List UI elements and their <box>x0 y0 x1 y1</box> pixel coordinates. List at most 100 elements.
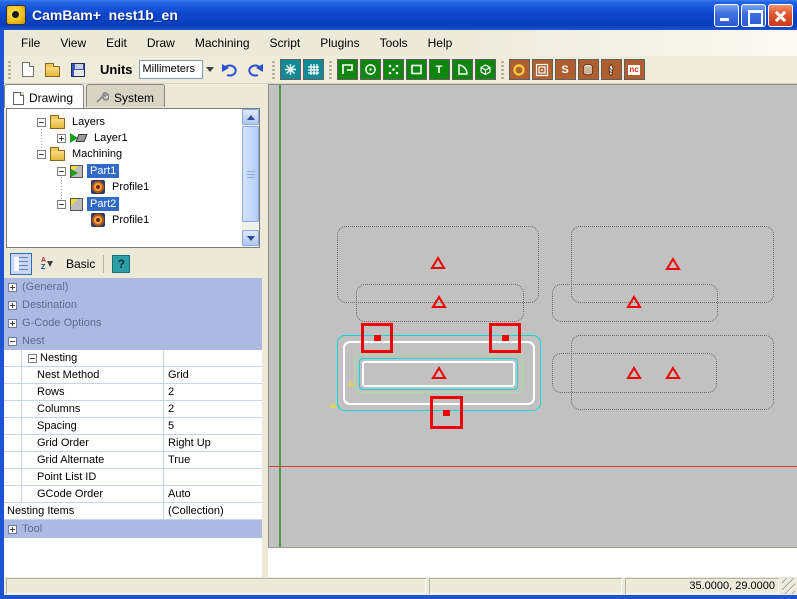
expand-icon[interactable] <box>8 283 17 292</box>
category-tool[interactable]: Tool <box>4 520 262 538</box>
property-row-nesting-items[interactable]: Nesting Items (Collection) <box>4 503 262 520</box>
tab-drawing[interactable]: Drawing <box>4 84 84 108</box>
tree-node-label[interactable]: Layer1 <box>91 131 131 145</box>
menu-edit[interactable]: Edit <box>97 32 136 54</box>
tree-node-label[interactable]: Part1 <box>87 164 119 178</box>
menu-machining[interactable]: Machining <box>186 32 259 54</box>
mop-engrave-button[interactable]: S <box>555 59 576 80</box>
tree-node-label[interactable]: Layers <box>69 115 108 129</box>
collapse-icon[interactable] <box>37 150 46 159</box>
draw-text-button[interactable]: T <box>429 59 450 80</box>
scroll-down-button[interactable] <box>242 230 259 246</box>
collapse-icon[interactable] <box>28 354 37 363</box>
mop-pocket-button[interactable] <box>532 59 553 80</box>
tree-node-profile1[interactable]: Profile1 <box>91 179 152 195</box>
open-file-button[interactable] <box>41 58 64 81</box>
title-bar[interactable]: CamBam+ nest1b_en <box>0 0 797 30</box>
scrollbar-thumb[interactable] <box>242 126 259 222</box>
menu-tools[interactable]: Tools <box>371 32 417 54</box>
property-row-nest-method[interactable]: Nest Method Grid <box>4 367 262 384</box>
draw-polyline-button[interactable] <box>337 59 358 80</box>
undo-button[interactable] <box>219 58 242 81</box>
draw-point-list-button[interactable] <box>383 59 404 80</box>
tab-system[interactable]: System <box>86 84 165 107</box>
scroll-up-button[interactable] <box>242 109 259 125</box>
tree-node-label[interactable]: Profile1 <box>109 213 152 227</box>
tree-node-profile1b[interactable]: Profile1 <box>91 212 152 228</box>
property-value[interactable]: Grid <box>164 367 262 383</box>
mop-drill-button[interactable] <box>578 59 599 80</box>
draw-circle-button[interactable] <box>360 59 381 80</box>
property-row-point-list-id[interactable]: Point List ID <box>4 469 262 486</box>
units-combobox[interactable]: Millimeters <box>139 60 203 79</box>
property-value[interactable]: 5 <box>164 418 262 434</box>
property-row-grid-order[interactable]: Grid Order Right Up <box>4 435 262 452</box>
category-nest[interactable]: Nest <box>4 332 262 350</box>
expand-icon[interactable] <box>8 301 17 310</box>
mop-profile-button[interactable] <box>509 59 530 80</box>
property-value[interactable]: Right Up <box>164 435 262 451</box>
toolbar-grip[interactable] <box>501 61 504 79</box>
maximize-button[interactable] <box>741 4 766 27</box>
expand-icon[interactable] <box>8 525 17 534</box>
draw-rectangle-button[interactable] <box>406 59 427 80</box>
tree-node-layers[interactable]: Layers <box>37 114 108 130</box>
property-row-rows[interactable]: Rows 2 <box>4 384 262 401</box>
property-value[interactable]: 2 <box>164 401 262 417</box>
collapse-icon[interactable] <box>57 167 66 176</box>
toolbar-grip[interactable] <box>8 61 11 79</box>
menu-file[interactable]: File <box>12 32 49 54</box>
category-general[interactable]: (General) <box>4 278 262 296</box>
toolbar-grip[interactable] <box>272 61 275 79</box>
menu-script[interactable]: Script <box>261 32 310 54</box>
menu-draw[interactable]: Draw <box>138 32 184 54</box>
property-value[interactable]: True <box>164 452 262 468</box>
tree-node-label[interactable]: Machining <box>69 147 125 161</box>
snap-to-grid-button[interactable] <box>303 59 324 80</box>
redo-button[interactable] <box>244 58 267 81</box>
property-value[interactable]: (Collection) <box>164 503 262 519</box>
category-gcode-options[interactable]: G-Code Options <box>4 314 262 332</box>
draw-surface-button[interactable] <box>475 59 496 80</box>
save-file-button[interactable] <box>66 58 89 81</box>
tree-node-label[interactable]: Profile1 <box>109 180 152 194</box>
property-row-gcode-order[interactable]: GCode Order Auto <box>4 486 262 503</box>
collapse-icon[interactable] <box>37 118 46 127</box>
drawing-tree[interactable]: Layers Layer1 Machining Part1 Profile1 <box>6 108 260 248</box>
menu-help[interactable]: Help <box>419 32 462 54</box>
property-row-columns[interactable]: Columns 2 <box>4 401 262 418</box>
resize-grip[interactable] <box>782 578 795 594</box>
categorized-view-button[interactable] <box>10 253 32 275</box>
alphabetical-view-button[interactable]: AZ <box>36 253 58 275</box>
property-value[interactable]: Auto <box>164 486 262 502</box>
draw-arc-button[interactable] <box>452 59 473 80</box>
close-button[interactable] <box>768 4 793 27</box>
property-row-grid-alternate[interactable]: Grid Alternate True <box>4 452 262 469</box>
tree-node-layer1[interactable]: Layer1 <box>57 130 131 146</box>
expand-icon[interactable] <box>57 134 66 143</box>
drawing-canvas[interactable] <box>268 84 797 547</box>
category-destination[interactable]: Destination <box>4 296 262 314</box>
tree-scrollbar[interactable] <box>242 109 259 247</box>
property-value[interactable] <box>164 350 262 366</box>
generate-gcode-button[interactable]: nc <box>624 59 645 80</box>
mop-3dprofile-button[interactable] <box>601 59 622 80</box>
menu-view[interactable]: View <box>51 32 95 54</box>
property-value[interactable]: 2 <box>164 384 262 400</box>
snap-to-points-button[interactable] <box>280 59 301 80</box>
units-combo-arrow[interactable] <box>203 60 218 79</box>
minimize-button[interactable] <box>714 4 739 27</box>
collapse-icon[interactable] <box>8 337 17 346</box>
tree-node-part2[interactable]: Part2 <box>57 196 119 212</box>
expand-icon[interactable] <box>8 319 17 328</box>
property-row-spacing[interactable]: Spacing 5 <box>4 418 262 435</box>
property-value[interactable] <box>164 469 262 485</box>
tree-node-label[interactable]: Part2 <box>87 197 119 211</box>
menu-plugins[interactable]: Plugins <box>311 32 368 54</box>
new-file-button[interactable] <box>16 58 39 81</box>
collapse-icon[interactable] <box>57 200 66 209</box>
toolbar-grip[interactable] <box>329 61 332 79</box>
help-button[interactable]: ? <box>112 255 130 273</box>
tree-node-machining[interactable]: Machining <box>37 146 125 162</box>
tree-node-part1[interactable]: Part1 <box>57 163 119 179</box>
